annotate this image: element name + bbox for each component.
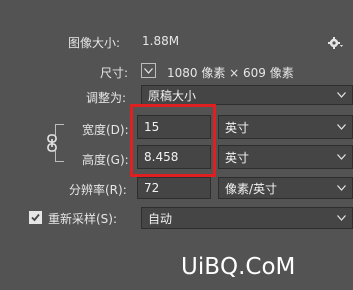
chevron-down-icon xyxy=(334,211,348,225)
fit-to-select[interactable]: 原稿大小 xyxy=(141,85,353,105)
image-size-value: 1.88M xyxy=(142,34,180,48)
resolution-value: 72 xyxy=(144,181,160,195)
dimensions-value: 1080 像素 × 609 像素 xyxy=(167,66,294,80)
resolution-label: 分辨率(R): xyxy=(69,183,127,197)
width-unit-select[interactable]: 英寸 xyxy=(218,115,353,139)
width-unit-value: 英寸 xyxy=(225,120,250,135)
image-size-label: 图像大小: xyxy=(68,36,121,50)
dimensions-label: 尺寸: xyxy=(100,66,129,80)
link-icon[interactable] xyxy=(45,134,59,152)
checkmark-icon xyxy=(31,213,40,222)
resample-label: 重新采样(S): xyxy=(48,212,118,226)
highlight-box xyxy=(130,104,216,177)
resample-value: 自动 xyxy=(148,211,173,226)
chevron-down-icon xyxy=(334,120,348,134)
dimensions-dropdown[interactable] xyxy=(141,63,156,78)
height-unit-select[interactable]: 英寸 xyxy=(218,145,353,169)
watermark-text: UiBQ.CoM xyxy=(181,254,296,280)
resolution-input[interactable]: 72 xyxy=(137,177,211,199)
resolution-unit-select[interactable]: 像素/英寸 xyxy=(218,177,353,199)
height-unit-value: 英寸 xyxy=(225,150,250,165)
resolution-unit-value: 像素/英寸 xyxy=(225,181,278,196)
gear-icon[interactable] xyxy=(327,35,343,51)
height-label: 高度(G): xyxy=(82,153,129,167)
chevron-down-icon xyxy=(144,67,153,74)
fit-to-label: 调整为: xyxy=(86,91,127,105)
chevron-down-icon xyxy=(334,150,348,164)
chevron-down-icon xyxy=(334,88,348,102)
fit-to-value: 原稿大小 xyxy=(148,88,197,103)
width-label: 宽度(D): xyxy=(82,123,129,137)
constrain-bracket-bottom xyxy=(55,151,64,162)
resample-checkbox[interactable] xyxy=(29,211,42,224)
resample-select[interactable]: 自动 xyxy=(141,207,353,229)
chevron-down-icon xyxy=(334,181,348,195)
